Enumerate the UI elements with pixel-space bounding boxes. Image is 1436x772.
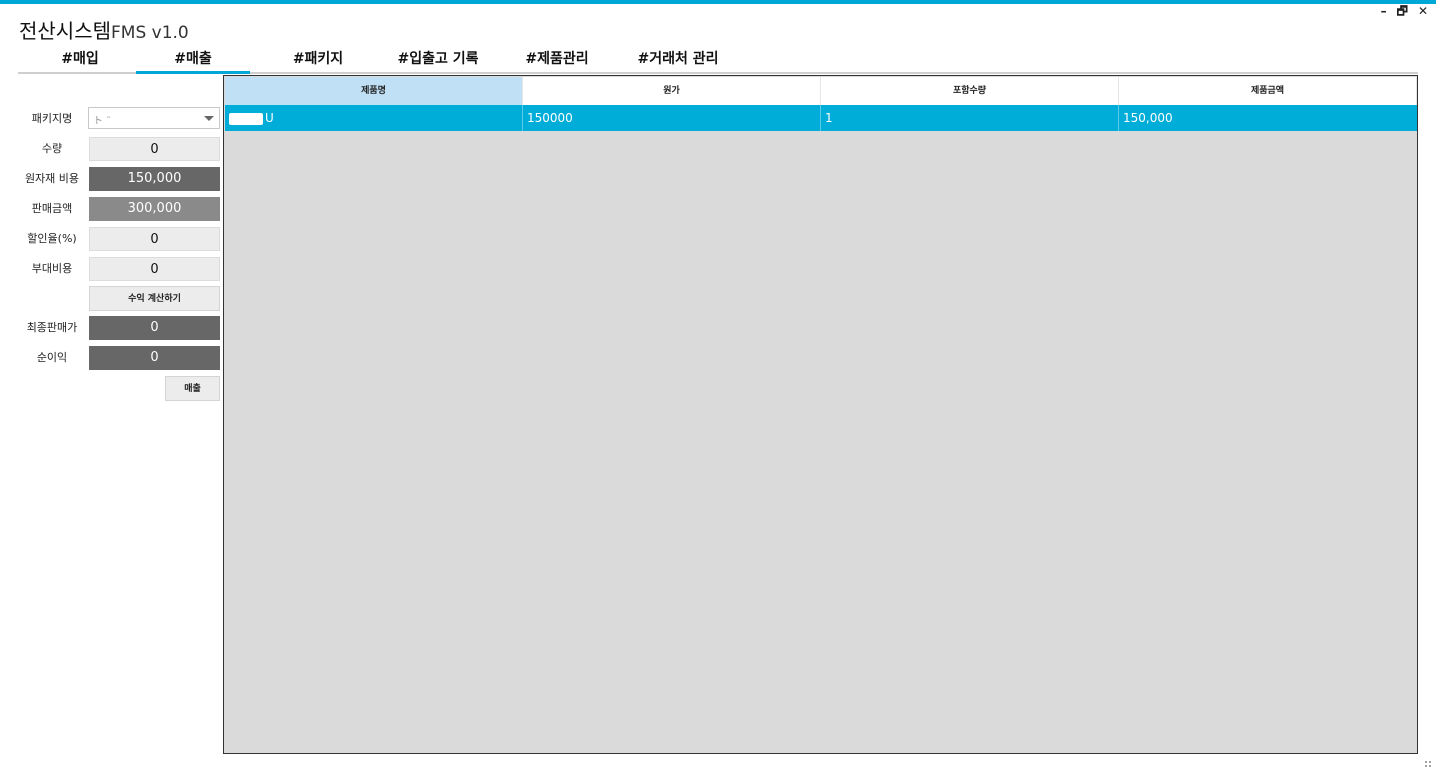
window-controls: – 🗗 ✕	[1381, 4, 1428, 18]
tab-product-management[interactable]: #제품관리	[515, 48, 599, 70]
tab-bar: #매입 #매출 #패키지 #입출고 기록 #제품관리 #거래처 관리	[18, 48, 1418, 74]
net-profit-label: 순이익	[36, 351, 68, 364]
cell-product-name-text: U	[265, 111, 274, 125]
tab-purchase[interactable]: #매입	[42, 48, 118, 70]
table-row[interactable]: U 150000 1 150,000	[225, 105, 1417, 131]
extra-cost-label: 부대비용	[31, 262, 73, 275]
material-cost-label: 원자재 비용	[24, 172, 80, 185]
package-name-select[interactable]: ト ˜	[88, 107, 220, 129]
redacted-text	[229, 112, 263, 125]
column-header-product-amount[interactable]: 제품금액	[1119, 77, 1417, 105]
app-title-version: FMS v1.0	[111, 23, 189, 43]
net-profit-field: 0	[89, 346, 220, 370]
package-name-value: ト ˜	[93, 116, 112, 127]
app-title-main: 전산시스템	[19, 19, 111, 43]
column-header-included-qty[interactable]: 포함수량	[821, 77, 1119, 105]
column-header-cost[interactable]: 원가	[523, 77, 821, 105]
grid-header: 제품명 원가 포함수량 제품금액	[225, 77, 1417, 105]
column-header-product-name[interactable]: 제품명	[225, 77, 523, 105]
sale-amount-label: 판매금액	[31, 202, 73, 215]
package-name-label: 패키지명	[31, 112, 73, 125]
extra-cost-field[interactable]: 0	[89, 257, 220, 281]
quantity-label: 수량	[41, 142, 63, 155]
tab-client-management[interactable]: #거래처 관리	[628, 48, 728, 70]
cell-product-name[interactable]: U	[225, 105, 523, 131]
product-grid: 제품명 원가 포함수량 제품금액 U 150000 1 150,000	[223, 75, 1418, 754]
resize-grip-icon[interactable]	[1424, 760, 1432, 768]
sale-amount-field: 300,000	[89, 197, 220, 221]
restore-button[interactable]: 🗗	[1397, 4, 1408, 18]
discount-rate-label: 할인율(%)	[27, 232, 77, 245]
cell-included-qty[interactable]: 1	[821, 105, 1119, 131]
close-button[interactable]: ✕	[1418, 4, 1428, 18]
material-cost-field: 150,000	[89, 167, 220, 191]
sell-button[interactable]: 매출	[165, 376, 220, 401]
cell-product-amount[interactable]: 150,000	[1119, 105, 1417, 131]
tab-sales[interactable]: #매출	[136, 48, 250, 74]
calculate-profit-button[interactable]: 수익 계산하기	[89, 286, 220, 311]
minimize-button[interactable]: –	[1381, 4, 1387, 18]
final-price-field: 0	[89, 316, 220, 340]
discount-rate-field[interactable]: 0	[89, 227, 220, 251]
final-price-label: 최종판매가	[26, 321, 78, 334]
tab-inout-records[interactable]: #입출고 기록	[388, 48, 488, 70]
app-title: 전산시스템FMS v1.0	[19, 15, 189, 44]
tab-package[interactable]: #패키지	[274, 48, 362, 70]
chevron-down-icon[interactable]	[204, 116, 214, 121]
quantity-field[interactable]: 0	[89, 137, 220, 161]
window-accent-bar	[0, 0, 1436, 4]
cell-cost[interactable]: 150000	[523, 105, 821, 131]
